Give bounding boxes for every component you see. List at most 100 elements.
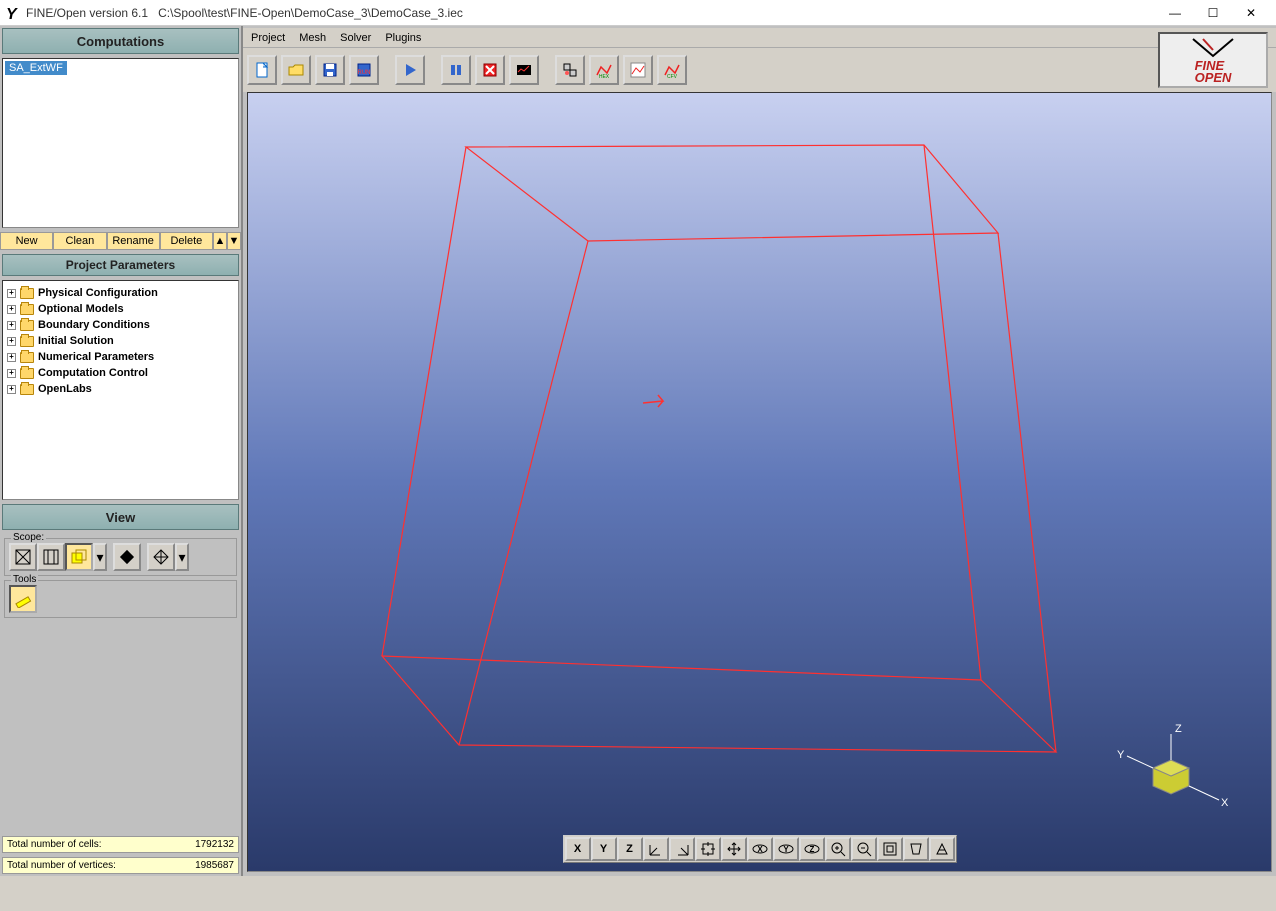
scope-btn-3[interactable] [65,543,93,571]
view-z-button[interactable]: Z [617,837,643,861]
scope-dropdown-2[interactable]: ▾ [175,543,189,571]
svg-text:RUN: RUN [358,70,371,76]
fit-button[interactable] [695,837,721,861]
tools-label: Tools [11,574,38,585]
save-run-button[interactable]: RUN [349,55,379,85]
tree-item-boundary-conditions[interactable]: +Boundary Conditions [5,317,236,333]
computations-list[interactable]: SA_ExtWF [2,58,239,228]
pause-button[interactable] [441,55,471,85]
computation-buttons: New Clean Rename Delete ▲ ▼ [0,232,241,250]
rotate-x-button[interactable]: X [747,837,773,861]
tree-item-computation-control[interactable]: +Computation Control [5,365,236,381]
computation-item[interactable]: SA_ExtWF [5,61,67,75]
svg-text:X: X [1221,797,1229,809]
up-button[interactable]: ▲ [213,232,227,250]
expand-icon[interactable]: + [7,385,16,394]
view-header: View [2,504,239,530]
app-icon: Y [6,6,20,20]
view-x-button[interactable]: X [565,837,591,861]
svg-text:Y: Y [783,845,789,854]
menu-mesh[interactable]: Mesh [299,32,326,44]
menu-plugins[interactable]: Plugins [385,32,421,44]
new-file-button[interactable] [247,55,277,85]
expand-icon[interactable]: + [7,305,16,314]
task-manager-button[interactable] [555,55,585,85]
folder-icon [20,368,34,379]
tree-item-openlabs[interactable]: +OpenLabs [5,381,236,397]
svg-text:Z: Z [1175,723,1182,735]
hexpress-button[interactable]: HEX [589,55,619,85]
scope-label: Scope: [11,532,46,543]
tree-item-numerical-params[interactable]: +Numerical Parameters [5,349,236,365]
status-vertices: Total number of vertices:1985687 [2,857,239,874]
rotate-y-button[interactable]: Y [773,837,799,861]
tree-item-initial-solution[interactable]: +Initial Solution [5,333,236,349]
view-y-button[interactable]: Y [591,837,617,861]
new-button[interactable]: New [0,232,53,250]
run-button[interactable] [395,55,425,85]
monitor-button[interactable] [509,55,539,85]
expand-icon[interactable]: + [7,337,16,346]
open-file-button[interactable] [281,55,311,85]
rename-button[interactable]: Rename [107,232,160,250]
svg-text:X: X [757,845,763,854]
zoom-area-button[interactable] [877,837,903,861]
view-panel: Scope: ▾ ▾ Tools [2,534,239,622]
minimize-button[interactable]: — [1156,2,1194,24]
folder-icon [20,304,34,315]
folder-icon [20,320,34,331]
scope-dropdown-1[interactable]: ▾ [93,543,107,571]
computations-header: Computations [2,28,239,54]
expand-icon[interactable]: + [7,289,16,298]
project-params-header: Project Parameters [2,254,239,276]
tree-item-physical-config[interactable]: +Physical Configuration [5,285,236,301]
scope-btn-4[interactable] [113,543,141,571]
product-logo: FINEOPEN [1158,32,1268,88]
down-button[interactable]: ▼ [227,232,241,250]
expand-icon[interactable]: + [7,321,16,330]
tools-group: Tools [4,580,237,618]
clip-button[interactable] [929,837,955,861]
menu-bar: Project Mesh Solver Plugins [243,28,1276,48]
svg-text:CFV: CFV [667,74,678,79]
pan-button[interactable] [721,837,747,861]
menu-solver[interactable]: Solver [340,32,371,44]
maximize-button[interactable]: ☐ [1194,2,1232,24]
delete-button[interactable]: Delete [160,232,213,250]
folder-icon [20,288,34,299]
content-area: Project Mesh Solver Plugins RUN HEX CFV … [243,26,1276,876]
folder-icon [20,336,34,347]
3d-viewport[interactable]: Z X Y X Y Z X Y Z [247,92,1272,872]
folder-icon [20,384,34,395]
view-iso1-button[interactable] [643,837,669,861]
scope-btn-2[interactable] [37,543,65,571]
expand-icon[interactable]: + [7,353,16,362]
status-cells: Total number of cells:1792132 [2,836,239,853]
window-titlebar: Y FINE/Open version 6.1 C:\Spool\test\FI… [0,0,1276,26]
project-params-tree[interactable]: +Physical Configuration +Optional Models… [2,280,239,500]
clean-button[interactable]: Clean [53,232,106,250]
expand-icon[interactable]: + [7,369,16,378]
scope-btn-1[interactable] [9,543,37,571]
measure-tool-button[interactable] [9,585,37,613]
axis-gizmo[interactable]: Z X Y [1111,706,1241,816]
svg-text:Z: Z [809,845,814,854]
close-button[interactable]: ✕ [1232,2,1270,24]
scope-btn-5[interactable] [147,543,175,571]
view-iso2-button[interactable] [669,837,695,861]
zoom-in-button[interactable] [825,837,851,861]
save-button[interactable] [315,55,345,85]
folder-icon [20,352,34,363]
plot-button[interactable] [623,55,653,85]
menu-project[interactable]: Project [251,32,285,44]
tree-item-optional-models[interactable]: +Optional Models [5,301,236,317]
svg-text:Y: Y [1117,749,1125,761]
stop-button[interactable] [475,55,505,85]
view-toolbar: X Y Z X Y Z [563,835,957,863]
perspective-button[interactable] [903,837,929,861]
app-title: FINE/Open version 6.1 C:\Spool\test\FINE… [26,6,463,20]
rotate-z-button[interactable]: Z [799,837,825,861]
cfview-button[interactable]: CFV [657,55,687,85]
zoom-out-button[interactable] [851,837,877,861]
svg-text:HEX: HEX [599,74,610,79]
